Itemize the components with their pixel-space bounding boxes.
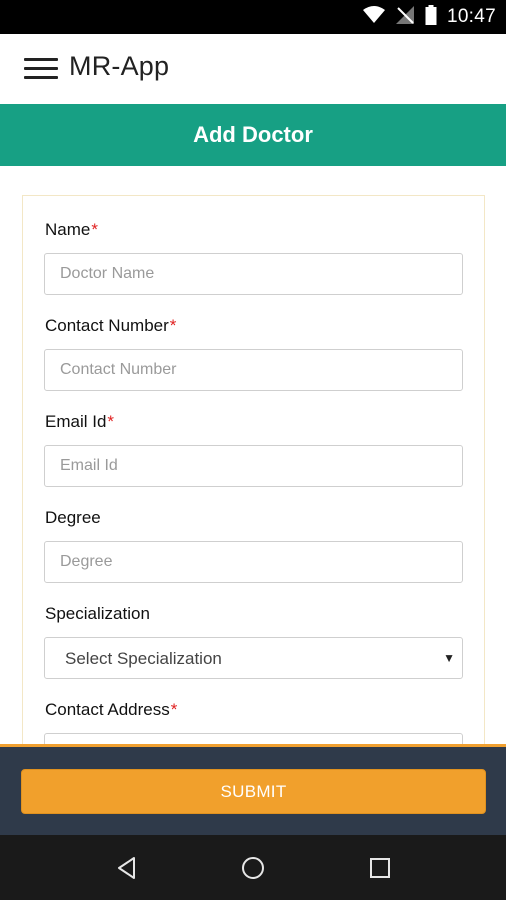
degree-field[interactable]: Degree (44, 541, 463, 583)
system-nav-bar (0, 835, 506, 900)
specialization-label: Specialization (45, 604, 150, 623)
page-title: Add Doctor (193, 122, 313, 147)
required-marker: * (107, 412, 115, 431)
degree-label: Degree (45, 508, 101, 527)
status-bar: 10:47 (0, 0, 506, 34)
doctor-form: Name* Doctor Name Contact Number* Contac… (22, 195, 485, 795)
contact-number-label: Contact Number* (45, 316, 177, 335)
page-header-banner: Add Doctor (0, 104, 506, 166)
doctor-name-field[interactable]: Doctor Name (44, 253, 463, 295)
status-icons: 10:47 (362, 0, 496, 34)
dropdown-caret-icon: ▼ (443, 651, 455, 665)
app-title: MR-App (69, 51, 170, 81)
degree-placeholder: Degree (60, 553, 113, 570)
doctor-name-placeholder: Doctor Name (60, 265, 155, 282)
specialization-selected: Select Specialization (65, 649, 222, 668)
submit-bar: SUBMIT (0, 744, 506, 835)
battery-icon (425, 4, 437, 30)
contact-number-field[interactable]: Contact Number (44, 349, 463, 391)
recents-icon[interactable] (367, 855, 393, 881)
no-signal-icon (395, 5, 415, 30)
name-label: Name* (45, 220, 98, 239)
specialization-select[interactable]: Select Specialization ▼ (44, 637, 463, 679)
wifi-icon (362, 5, 385, 29)
required-marker: * (170, 700, 178, 719)
required-marker: * (91, 220, 98, 239)
status-time: 10:47 (446, 6, 496, 27)
menu-icon[interactable] (24, 56, 60, 82)
back-icon[interactable] (114, 855, 140, 881)
app-bar: MR-App (0, 34, 506, 104)
contact-number-placeholder: Contact Number (60, 361, 177, 378)
required-marker: * (169, 316, 177, 335)
submit-button[interactable]: SUBMIT (21, 769, 486, 814)
home-icon[interactable] (240, 855, 266, 881)
email-field[interactable]: Email Id (44, 445, 463, 487)
email-placeholder: Email Id (60, 457, 118, 474)
contact-address-label: Contact Address* (45, 700, 178, 719)
email-label: Email Id* (45, 412, 115, 431)
